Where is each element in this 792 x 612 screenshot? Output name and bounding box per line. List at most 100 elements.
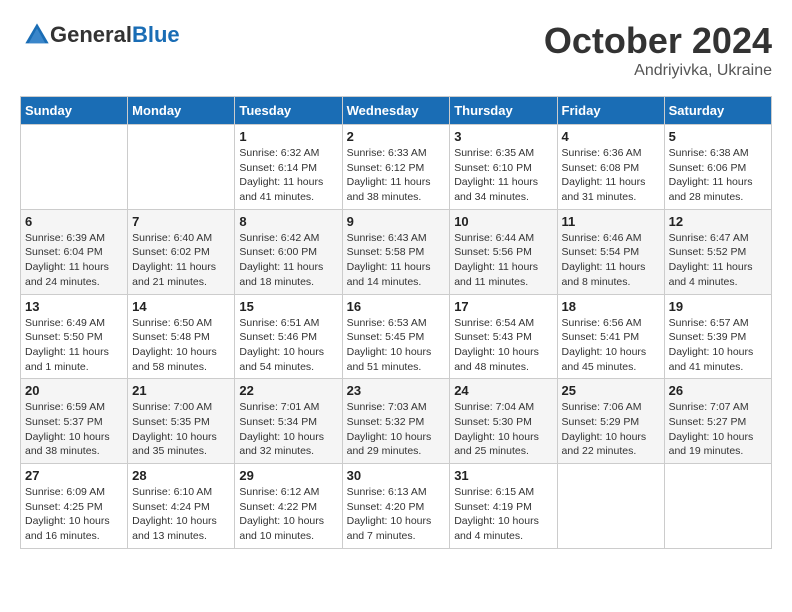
day-info: Sunrise: 6:32 AM Sunset: 6:14 PM Dayligh… [239, 146, 337, 205]
day-number: 6 [25, 214, 123, 229]
calendar-cell: 21Sunrise: 7:00 AM Sunset: 5:35 PM Dayli… [128, 379, 235, 464]
day-info: Sunrise: 6:43 AM Sunset: 5:58 PM Dayligh… [347, 231, 446, 290]
calendar-week: 6 Sunrise: 6:39 AM Sunset: 6:04 PM Daylig… [21, 209, 772, 294]
calendar-cell [664, 464, 771, 549]
calendar-cell: 11 Sunrise: 6:46 AM Sunset: 5:54 PM Dayli… [557, 209, 664, 294]
weekday-header: Friday [557, 97, 664, 125]
day-info: Sunrise: 6:42 AM Sunset: 6:00 PM Dayligh… [239, 231, 337, 290]
location-title: Andriyivka, Ukraine [544, 62, 772, 80]
day-number: 12 [669, 214, 767, 229]
day-info: Sunrise: 6:39 AM Sunset: 6:04 PM Dayligh… [25, 231, 123, 290]
month-title: October 2024 [544, 20, 772, 62]
day-info: Sunrise: 6:09 AM Sunset: 4:25 PM Dayligh… [25, 485, 123, 544]
day-info: Sunrise: 6:46 AM Sunset: 5:54 PM Dayligh… [562, 231, 660, 290]
calendar-cell: 5 Sunrise: 6:38 AM Sunset: 6:06 PM Daylig… [664, 125, 771, 210]
calendar-cell: 10 Sunrise: 6:44 AM Sunset: 5:56 PM Dayli… [450, 209, 557, 294]
weekday-header: Wednesday [342, 97, 450, 125]
calendar-cell: 26Sunrise: 7:07 AM Sunset: 5:27 PM Dayli… [664, 379, 771, 464]
calendar-cell: 2 Sunrise: 6:33 AM Sunset: 6:12 PM Daylig… [342, 125, 450, 210]
day-info: Sunrise: 6:10 AM Sunset: 4:24 PM Dayligh… [132, 485, 230, 544]
day-number: 11 [562, 214, 660, 229]
weekday-header: Sunday [21, 97, 128, 125]
day-number: 28 [132, 468, 230, 483]
day-info: Sunrise: 6:56 AM Sunset: 5:41 PM Dayligh… [562, 316, 660, 375]
calendar-cell: 23 Sunrise: 7:03 AM Sunset: 5:32 PM Dayli… [342, 379, 450, 464]
calendar-cell: 19 Sunrise: 6:57 AM Sunset: 5:39 PM Dayli… [664, 294, 771, 379]
logo-text-blue: Blue [132, 22, 180, 47]
day-info: Sunrise: 6:59 AM Sunset: 5:37 PM Dayligh… [25, 400, 123, 459]
day-info: Sunrise: 6:44 AM Sunset: 5:56 PM Dayligh… [454, 231, 552, 290]
calendar: SundayMondayTuesdayWednesdayThursdayFrid… [20, 96, 772, 549]
day-number: 8 [239, 214, 337, 229]
calendar-cell: 7 Sunrise: 6:40 AM Sunset: 6:02 PM Daylig… [128, 209, 235, 294]
day-number: 14 [132, 299, 230, 314]
weekday-header: Saturday [664, 97, 771, 125]
day-number: 17 [454, 299, 552, 314]
calendar-cell: 13Sunrise: 6:49 AM Sunset: 5:50 PM Dayli… [21, 294, 128, 379]
weekday-header: Monday [128, 97, 235, 125]
day-info: Sunrise: 6:50 AM Sunset: 5:48 PM Dayligh… [132, 316, 230, 375]
calendar-week: 20Sunrise: 6:59 AM Sunset: 5:37 PM Dayli… [21, 379, 772, 464]
day-info: Sunrise: 6:51 AM Sunset: 5:46 PM Dayligh… [239, 316, 337, 375]
weekday-header: Thursday [450, 97, 557, 125]
day-info: Sunrise: 7:01 AM Sunset: 5:34 PM Dayligh… [239, 400, 337, 459]
day-number: 3 [454, 129, 552, 144]
day-number: 15 [239, 299, 337, 314]
day-number: 30 [347, 468, 446, 483]
day-number: 16 [347, 299, 446, 314]
calendar-cell: 28 Sunrise: 6:10 AM Sunset: 4:24 PM Dayli… [128, 464, 235, 549]
calendar-cell: 16 Sunrise: 6:53 AM Sunset: 5:45 PM Dayli… [342, 294, 450, 379]
day-number: 25 [562, 383, 660, 398]
weekday-header-row: SundayMondayTuesdayWednesdayThursdayFrid… [21, 97, 772, 125]
calendar-cell: 25Sunrise: 7:06 AM Sunset: 5:29 PM Dayli… [557, 379, 664, 464]
calendar-cell: 31 Sunrise: 6:15 AM Sunset: 4:19 PM Dayli… [450, 464, 557, 549]
day-number: 18 [562, 299, 660, 314]
day-number: 4 [562, 129, 660, 144]
calendar-cell: 30Sunrise: 6:13 AM Sunset: 4:20 PM Dayli… [342, 464, 450, 549]
day-info: Sunrise: 6:38 AM Sunset: 6:06 PM Dayligh… [669, 146, 767, 205]
day-info: Sunrise: 7:03 AM Sunset: 5:32 PM Dayligh… [347, 400, 446, 459]
calendar-cell: 20Sunrise: 6:59 AM Sunset: 5:37 PM Dayli… [21, 379, 128, 464]
day-info: Sunrise: 6:15 AM Sunset: 4:19 PM Dayligh… [454, 485, 552, 544]
day-number: 27 [25, 468, 123, 483]
day-number: 1 [239, 129, 337, 144]
day-info: Sunrise: 6:40 AM Sunset: 6:02 PM Dayligh… [132, 231, 230, 290]
day-info: Sunrise: 6:33 AM Sunset: 6:12 PM Dayligh… [347, 146, 446, 205]
day-info: Sunrise: 7:04 AM Sunset: 5:30 PM Dayligh… [454, 400, 552, 459]
day-number: 5 [669, 129, 767, 144]
calendar-cell: 22 Sunrise: 7:01 AM Sunset: 5:34 PM Dayli… [235, 379, 342, 464]
calendar-cell: 4 Sunrise: 6:36 AM Sunset: 6:08 PM Daylig… [557, 125, 664, 210]
day-number: 31 [454, 468, 552, 483]
day-number: 22 [239, 383, 337, 398]
day-info: Sunrise: 6:36 AM Sunset: 6:08 PM Dayligh… [562, 146, 660, 205]
day-number: 7 [132, 214, 230, 229]
day-number: 23 [347, 383, 446, 398]
logo: GeneralBlue [20, 20, 180, 50]
calendar-cell [128, 125, 235, 210]
calendar-cell: 1 Sunrise: 6:32 AM Sunset: 6:14 PM Daylig… [235, 125, 342, 210]
calendar-cell [21, 125, 128, 210]
day-info: Sunrise: 7:07 AM Sunset: 5:27 PM Dayligh… [669, 400, 767, 459]
title-section: October 2024 Andriyivka, Ukraine [544, 20, 772, 80]
day-number: 10 [454, 214, 552, 229]
day-number: 24 [454, 383, 552, 398]
day-number: 13 [25, 299, 123, 314]
day-info: Sunrise: 6:47 AM Sunset: 5:52 PM Dayligh… [669, 231, 767, 290]
day-number: 19 [669, 299, 767, 314]
calendar-cell: 9Sunrise: 6:43 AM Sunset: 5:58 PM Daylig… [342, 209, 450, 294]
calendar-cell: 6 Sunrise: 6:39 AM Sunset: 6:04 PM Daylig… [21, 209, 128, 294]
logo-icon [22, 20, 52, 50]
calendar-cell: 8 Sunrise: 6:42 AM Sunset: 6:00 PM Daylig… [235, 209, 342, 294]
calendar-cell [557, 464, 664, 549]
logo-text-general: General [50, 22, 132, 47]
day-number: 2 [347, 129, 446, 144]
day-info: Sunrise: 6:35 AM Sunset: 6:10 PM Dayligh… [454, 146, 552, 205]
weekday-header: Tuesday [235, 97, 342, 125]
calendar-week: 13Sunrise: 6:49 AM Sunset: 5:50 PM Dayli… [21, 294, 772, 379]
day-info: Sunrise: 6:53 AM Sunset: 5:45 PM Dayligh… [347, 316, 446, 375]
header: GeneralBlue October 2024 Andriyivka, Ukr… [20, 20, 772, 80]
day-info: Sunrise: 7:00 AM Sunset: 5:35 PM Dayligh… [132, 400, 230, 459]
day-info: Sunrise: 6:54 AM Sunset: 5:43 PM Dayligh… [454, 316, 552, 375]
calendar-week: 27 Sunrise: 6:09 AM Sunset: 4:25 PM Dayli… [21, 464, 772, 549]
day-info: Sunrise: 6:57 AM Sunset: 5:39 PM Dayligh… [669, 316, 767, 375]
